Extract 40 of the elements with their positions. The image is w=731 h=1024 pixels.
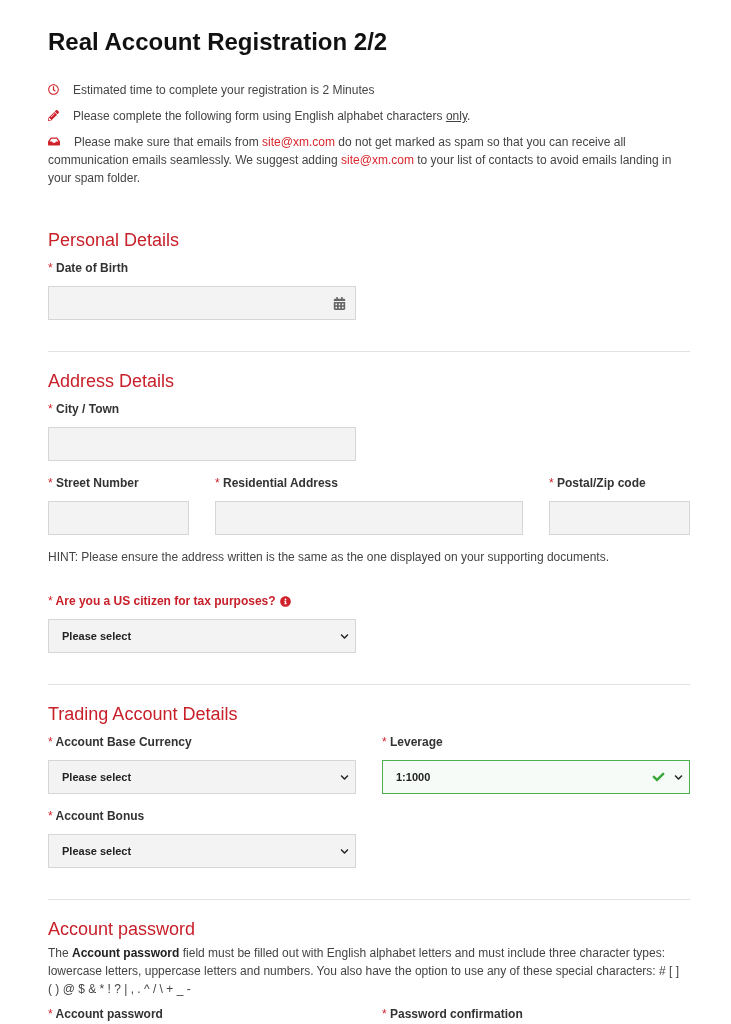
text-input[interactable] xyxy=(48,501,189,535)
date-field[interactable] xyxy=(48,286,356,320)
chevron-down-icon xyxy=(340,772,349,782)
field-label: * Account Base Currency xyxy=(48,734,192,750)
calendar-icon xyxy=(333,296,346,310)
text-input[interactable] xyxy=(48,427,356,461)
chevron-down-icon xyxy=(340,846,349,856)
section-heading: Personal Details xyxy=(48,229,181,252)
chevron-down-icon xyxy=(674,772,683,782)
section-heading: Account password xyxy=(48,918,197,941)
field-label: * Leverage xyxy=(382,734,443,750)
notice-text: Estimated time to complete your registration is 2 Minutes xyxy=(48,81,690,99)
text-input[interactable] xyxy=(549,501,690,535)
pencil-icon xyxy=(48,110,59,121)
select-dropdown[interactable]: Please select xyxy=(48,760,356,794)
select-dropdown[interactable]: 1:1000 xyxy=(382,760,690,794)
description-text: The Account password field must be filled out with English alphabet letters and must include three character types: lowercase letters, uppercase letters and numbers. You also have the option to use any of these special characters: # [ ] ( ) @ $ & * ! ? | , . ^ / \ + _ - xyxy=(48,945,681,998)
section-heading: Trading Account Details xyxy=(48,703,239,726)
hint-text: HINT: Please ensure the address written is the same as the one displayed on your supporting documents. xyxy=(48,549,610,566)
clock-icon xyxy=(48,84,59,95)
select-dropdown[interactable]: Please select xyxy=(48,834,356,868)
notice-text: Please make sure that emails from site@xm.com do not get marked as spam so that you can receive all communication emails seamlessly. We suggest adding site@xm.com to your list of contacts to avoid emails landing in your spam folder. xyxy=(48,134,673,187)
page-title: Real Account Registration 2/2 xyxy=(48,28,389,56)
select-dropdown[interactable]: Please select xyxy=(48,619,356,653)
field-label: * City / Town xyxy=(48,401,120,417)
notice-text: Please complete the following form using English alphabet characters only. xyxy=(48,107,690,125)
field-label: * Residential Address xyxy=(215,475,338,491)
field-label: * Are you a US citizen for tax purposes? xyxy=(48,593,276,609)
field-label: * Street Number xyxy=(48,475,139,491)
chevron-down-icon xyxy=(340,631,349,641)
inbox-icon xyxy=(48,136,60,147)
section-heading: Address Details xyxy=(48,370,176,393)
field-label: * Postal/Zip code xyxy=(549,475,646,491)
field-label: * Account password xyxy=(48,1006,163,1022)
text-input[interactable] xyxy=(215,501,523,535)
field-label: * Password confirmation xyxy=(382,1006,523,1022)
email-link[interactable]: site@xm.com xyxy=(341,153,414,167)
field-label: * Account Bonus xyxy=(48,808,145,824)
email-link[interactable]: site@xm.com xyxy=(262,135,335,149)
field-label: * Date of Birth xyxy=(48,260,128,276)
